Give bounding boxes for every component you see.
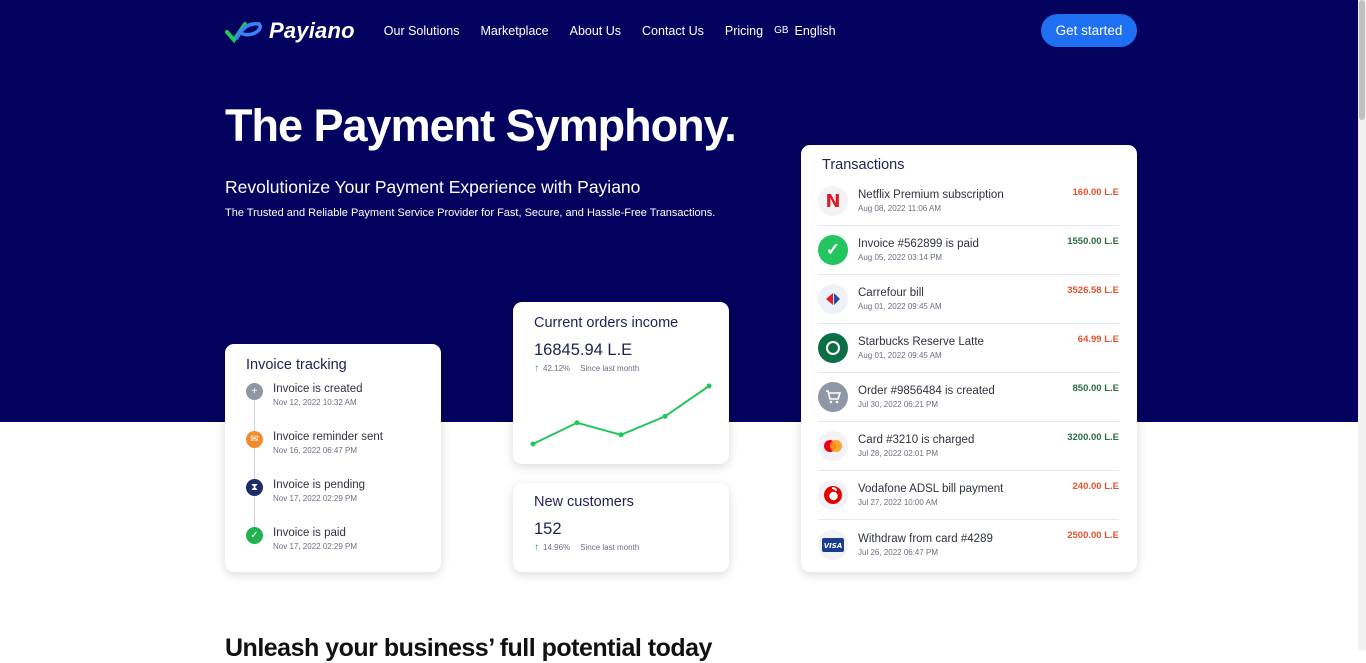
timeline-step: ✓ Invoice is paid Nov 17, 2022 02:29 PM	[246, 527, 441, 575]
timeline-step-date: Nov 17, 2022 02:29 PM	[273, 542, 358, 551]
transactions-title: Transactions	[822, 157, 905, 173]
transaction-date: Jul 30, 2022 06:21 PM	[858, 400, 939, 409]
trend-point	[662, 413, 668, 419]
carrefour-icon	[818, 284, 848, 314]
transaction-amount: 2500.00 L.E	[1067, 530, 1119, 541]
trend-point	[618, 432, 624, 438]
gb-flag-icon: GB	[774, 25, 789, 36]
hourglass-icon: ⧗	[246, 479, 263, 496]
cart-icon	[818, 382, 848, 412]
transaction-amount: 3526.58 L.E	[1067, 285, 1119, 296]
transaction-row[interactable]: Vodafone ADSL bill payment Jul 27, 2022 1…	[818, 471, 1119, 520]
scrollbar-thumb[interactable]	[1359, 0, 1365, 120]
plus-icon: +	[246, 383, 263, 400]
income-trend-chart	[530, 383, 712, 447]
transaction-amount: 160.00 L.E	[1072, 187, 1119, 198]
transaction-date: Jul 27, 2022 10:00 AM	[858, 498, 938, 507]
orders-income-card: Current orders income 16845.94 L.E ↑ 42.…	[513, 302, 729, 464]
hero-headline: The Payment Symphony.	[225, 100, 737, 151]
new-customers-card: New customers 152 ↑ 14.96% Since last mo…	[513, 483, 729, 572]
transaction-row[interactable]: N Netflix Premium subscription Aug 08, 20…	[818, 177, 1119, 226]
visa-icon: VISA	[818, 529, 848, 560]
transaction-amount: 240.00 L.E	[1072, 481, 1119, 492]
top-nav: Payiano Our Solutions Marketplace About …	[225, 14, 1137, 47]
timeline-step-label: Invoice is paid	[273, 527, 346, 539]
get-started-button[interactable]: Get started	[1041, 14, 1137, 47]
transaction-date: Aug 05, 2022 03:14 PM	[858, 253, 943, 262]
transaction-amount: 64.99 L.E	[1077, 334, 1119, 345]
trend-point	[530, 441, 536, 447]
language-label: English	[794, 23, 836, 38]
nav-links: Our Solutions Marketplace About Us Conta…	[384, 24, 784, 38]
brand-logo[interactable]: Payiano	[225, 18, 355, 44]
logo-mark-icon	[225, 21, 263, 43]
delta-since: Since last month	[580, 543, 640, 552]
transaction-row[interactable]: VISA Withdraw from card #4289 Jul 26, 202…	[818, 520, 1119, 569]
delta-percent: 14.96%	[543, 543, 571, 552]
mail-icon: ✉	[246, 431, 263, 448]
nav-link-marketplace[interactable]: Marketplace	[481, 24, 549, 38]
nav-link-pricing[interactable]: Pricing	[725, 24, 763, 38]
timeline-step: + Invoice is created Nov 12, 2022 10:32 …	[246, 383, 441, 431]
section-heading: Unleash your business’ full potential to…	[225, 634, 712, 662]
transaction-amount: 1550.00 L.E	[1067, 236, 1119, 247]
mastercard-icon	[818, 431, 848, 461]
nav-link-our-solutions[interactable]: Our Solutions	[384, 24, 460, 38]
nav-link-contact-us[interactable]: Contact Us	[642, 24, 704, 38]
hero-tagline: The Trusted and Reliable Payment Service…	[225, 207, 716, 219]
transaction-amount: 3200.00 L.E	[1067, 432, 1119, 443]
transaction-row[interactable]: Carrefour bill Aug 01, 2022 09:45 AM 3526…	[818, 275, 1119, 324]
timeline-step-label: Invoice is created	[273, 383, 363, 395]
trend-point	[574, 420, 580, 426]
page-scrollbar[interactable]	[1358, 0, 1366, 650]
timeline-step-date: Nov 12, 2022 10:32 AM	[273, 398, 357, 407]
timeline-step-label: Invoice is pending	[273, 479, 366, 491]
netflix-icon: N	[818, 186, 848, 216]
vodafone-icon	[818, 480, 848, 510]
brand-name: Payiano	[269, 17, 355, 43]
check-icon: ✓	[246, 527, 263, 544]
starbucks-icon	[818, 333, 848, 363]
hero-subheading: Revolutionize Your Payment Experience wi…	[225, 177, 641, 197]
transaction-date: Aug 01, 2022 09:45 AM	[858, 302, 942, 311]
transaction-date: Aug 08, 2022 11:06 AM	[858, 204, 942, 213]
timeline-step-label: Invoice reminder sent	[273, 431, 383, 443]
check-icon: ✓	[818, 235, 848, 265]
timeline-step: ✉ Invoice reminder sent Nov 16, 2022 06:…	[246, 431, 441, 479]
invoice-tracking-card: Invoice tracking + Invoice is created No…	[225, 344, 441, 572]
timeline-step-date: Nov 17, 2022 02:29 PM	[273, 494, 358, 503]
trend-point	[706, 383, 712, 389]
transaction-date: Aug 01, 2022 09:45 AM	[858, 351, 942, 360]
new-customers-value: 152	[534, 520, 562, 538]
nav-link-about-us[interactable]: About Us	[570, 24, 621, 38]
transaction-amount: 850.00 L.E	[1072, 383, 1119, 394]
transactions-card: Transactions N Netflix Premium subscript…	[801, 145, 1137, 572]
new-customers-delta: ↑ 14.96% Since last month	[534, 542, 729, 553]
language-selector[interactable]: GB English	[774, 24, 835, 38]
transaction-date: Jul 28, 2022 02:01 PM	[858, 449, 939, 458]
transaction-row[interactable]: Card #3210 is charged Jul 28, 2022 02:01 …	[818, 422, 1119, 471]
transaction-row[interactable]: ✓ Invoice #562899 is paid Aug 05, 2022 03…	[818, 226, 1119, 275]
timeline-step: ⧗ Invoice is pending Nov 17, 2022 02:29 …	[246, 479, 441, 527]
timeline-step-date: Nov 16, 2022 06:47 PM	[273, 446, 358, 455]
new-customers-title: New customers	[534, 494, 634, 510]
transaction-row[interactable]: Order #9856484 is created Jul 30, 2022 06…	[818, 373, 1119, 422]
invoice-tracking-title: Invoice tracking	[246, 357, 347, 373]
transaction-date: Jul 26, 2022 06:47 PM	[858, 547, 939, 557]
transaction-row[interactable]: Starbucks Reserve Latte Aug 01, 2022 09:4…	[818, 324, 1119, 373]
arrow-up-icon: ↑	[534, 542, 539, 553]
svg-text:VISA: VISA	[824, 542, 842, 550]
